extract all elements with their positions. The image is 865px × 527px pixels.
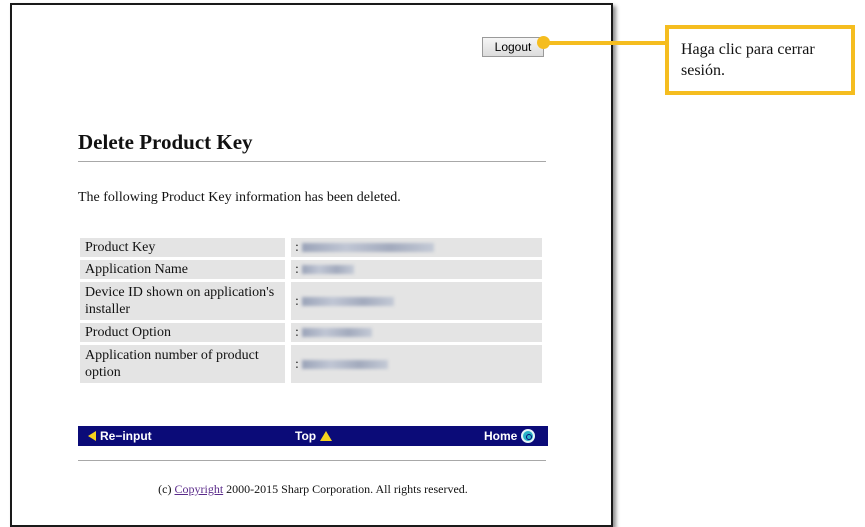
bottom-navigation-bar: Re−input Top Home [78, 426, 548, 446]
copyright-footer: (c) Copyright 2000-2015 Sharp Corporatio… [158, 482, 468, 496]
product-option-label: Product Option [80, 323, 285, 342]
page-title: Delete Product Key [78, 130, 253, 154]
title-divider [78, 161, 546, 162]
product-option-value: : [291, 323, 542, 342]
copyright-link[interactable]: Copyright [175, 482, 224, 496]
product-key-label: Product Key [80, 238, 285, 257]
device-id-label: Device ID shown on application's install… [80, 282, 285, 320]
redacted-value [301, 296, 394, 306]
callout-connector-line [545, 41, 667, 45]
application-number-label: Application number of product option [80, 345, 285, 383]
table-row: Product Option : [80, 323, 542, 342]
footer-divider [78, 460, 546, 461]
application-name-label: Application Name [80, 260, 285, 279]
browser-page-frame: Logout Delete Product Key The following … [10, 3, 613, 527]
arrow-up-icon [320, 431, 333, 441]
table-row: Product Key : [80, 238, 542, 257]
product-key-value: : [291, 238, 542, 257]
arrow-left-icon [88, 431, 96, 441]
logout-button[interactable]: Logout [482, 37, 544, 57]
redacted-value [301, 243, 434, 253]
reinput-link[interactable]: Re−input [88, 426, 152, 446]
device-id-value: : [291, 282, 542, 320]
table-row: Application number of product option : [80, 345, 542, 383]
callout-anchor-dot [537, 36, 550, 49]
table-row: Application Name : [80, 260, 542, 279]
logout-callout-box: Haga clic para cerrar sesión. [665, 25, 855, 95]
home-target-icon [521, 429, 536, 443]
deletion-message: The following Product Key information ha… [78, 190, 401, 205]
redacted-value [301, 359, 388, 369]
home-link[interactable]: Home [484, 426, 536, 446]
product-key-info-table: Product Key : Application Name : Device … [80, 235, 542, 386]
redacted-value [301, 328, 372, 338]
top-link[interactable]: Top [295, 426, 333, 446]
callout-text: Haga clic para cerrar sesión. [681, 41, 815, 79]
application-name-value: : [291, 260, 542, 279]
application-number-value: : [291, 345, 542, 383]
table-row: Device ID shown on application's install… [80, 282, 542, 320]
redacted-value [301, 265, 354, 275]
